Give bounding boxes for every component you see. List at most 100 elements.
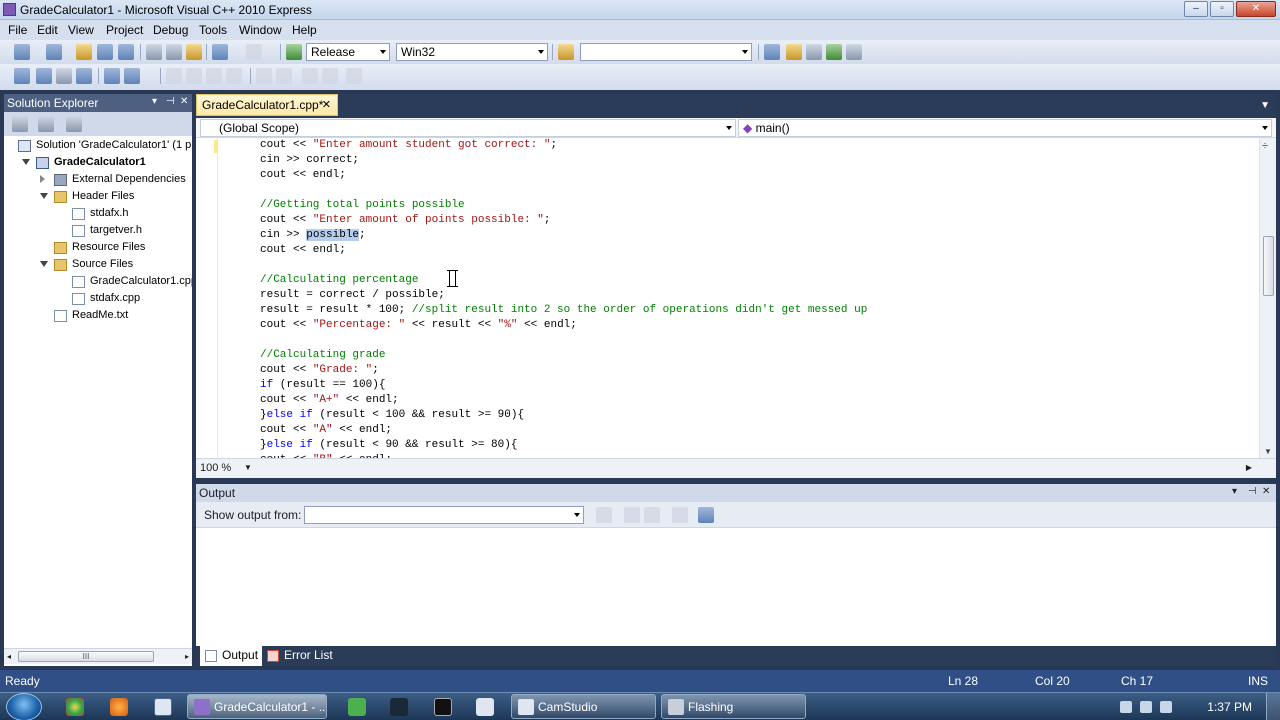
code-line[interactable]: }else if (result < 100 && result >= 90){ — [260, 408, 867, 423]
steam-icon[interactable] — [390, 698, 408, 716]
properties-icon[interactable] — [786, 44, 802, 60]
solution-platform-dropdown[interactable]: Win32 — [396, 43, 548, 61]
close-panel-icon[interactable]: ✕ — [1262, 486, 1270, 497]
editor-vscroll[interactable]: ÷ ▼ — [1259, 138, 1276, 458]
previous-bookmark-icon[interactable] — [226, 68, 242, 84]
pin-icon[interactable]: ⊣ — [166, 96, 175, 107]
code-line[interactable]: cout << "A+" << endl; — [260, 393, 867, 408]
start-button[interactable] — [6, 693, 42, 720]
scroll-right-icon[interactable]: ▶ — [1246, 463, 1252, 472]
code-line[interactable]: cin >> correct; — [260, 153, 867, 168]
window-app-icon[interactable] — [154, 698, 172, 716]
split-handle-icon[interactable]: ÷ — [1262, 140, 1268, 152]
code-line[interactable]: //Calculating grade — [260, 348, 867, 363]
add-item-icon[interactable] — [46, 44, 62, 60]
tree-item-solution[interactable]: Solution 'GradeCalculator1' (1 project) — [18, 138, 192, 155]
menu-help[interactable]: Help — [292, 23, 317, 37]
code-line[interactable]: cout << "Grade: "; — [260, 363, 867, 378]
decrease-indent-icon[interactable] — [104, 68, 120, 84]
tab-gradecalculator1-cpp[interactable]: GradeCalculator1.cpp* ✕ — [196, 94, 338, 116]
code-line[interactable]: }else if (result < 90 && result >= 80){ — [260, 438, 867, 453]
refresh-icon[interactable] — [38, 116, 54, 132]
parameter-info-icon[interactable] — [36, 68, 52, 84]
code-line[interactable]: //Getting total points possible — [260, 198, 867, 213]
view-class-diagram-icon[interactable] — [66, 116, 82, 132]
close-tab-icon[interactable]: ✕ — [322, 98, 331, 111]
find-message-icon[interactable] — [596, 507, 612, 523]
zoom-level[interactable]: 100 % — [200, 462, 231, 474]
clear-all-bookmarks-icon[interactable] — [346, 68, 362, 84]
scope-dropdown[interactable]: (Global Scope) — [200, 119, 736, 137]
scroll-right-icon[interactable]: ▸ — [185, 652, 189, 661]
save-all-icon[interactable] — [118, 44, 134, 60]
minimize-button[interactable]: – — [1184, 1, 1208, 17]
show-desktop-button[interactable] — [1266, 693, 1280, 720]
app-icon[interactable] — [476, 698, 494, 716]
uncomment-icon[interactable] — [186, 68, 202, 84]
menu-debug[interactable]: Debug — [153, 23, 188, 37]
menu-view[interactable]: View — [68, 23, 94, 37]
app-icon[interactable] — [348, 698, 366, 716]
tree-item-gradecalculator1-cpp[interactable]: GradeCalculator1.cpp — [72, 274, 192, 291]
solution-explorer-hscroll[interactable]: ◂ III ▸ — [4, 648, 192, 664]
copy-icon[interactable] — [166, 44, 182, 60]
redo-icon[interactable] — [246, 44, 262, 60]
code-line[interactable]: cout << endl; — [260, 243, 867, 258]
undo-icon[interactable] — [212, 44, 228, 60]
open-file-icon[interactable] — [76, 44, 92, 60]
toggle-bookmark-icon[interactable] — [206, 68, 222, 84]
menu-tools[interactable]: Tools — [199, 23, 227, 37]
vscroll-thumb[interactable] — [1263, 236, 1274, 296]
dropdown-icon[interactable]: ▾ — [152, 96, 157, 107]
code-line[interactable]: cout << "Enter amount student got correc… — [260, 138, 867, 153]
tray-icon[interactable] — [1120, 701, 1132, 713]
toolbox-icon[interactable] — [806, 44, 822, 60]
display-object-list-icon[interactable] — [14, 68, 30, 84]
code-line[interactable]: if (result == 100){ — [260, 378, 867, 393]
solution-explorer-icon[interactable] — [764, 44, 780, 60]
code-line[interactable] — [260, 183, 867, 198]
previous-message-icon[interactable] — [624, 507, 640, 523]
find-in-files-icon[interactable] — [558, 44, 574, 60]
firefox-icon[interactable] — [110, 698, 128, 716]
taskbar-camstudio[interactable]: CamStudio — [511, 694, 656, 719]
code-lines[interactable]: cout << "Enter amount student got correc… — [260, 138, 867, 458]
clear-bookmarks-icon[interactable] — [276, 68, 292, 84]
taskbar-flashing[interactable]: Flashing — [661, 694, 806, 719]
taskbar-gradecalculator1[interactable]: GradeCalculator1 - ... — [187, 694, 327, 719]
code-line[interactable] — [260, 258, 867, 273]
show-all-files-icon[interactable] — [12, 116, 28, 132]
tab-error-list[interactable]: Error List — [262, 646, 337, 666]
tab-dropdown-icon[interactable]: ▼ — [1260, 100, 1270, 111]
start-page-icon[interactable] — [846, 44, 862, 60]
paste-icon[interactable] — [186, 44, 202, 60]
menu-edit[interactable]: Edit — [37, 23, 58, 37]
code-line[interactable]: cin >> possible; — [260, 228, 867, 243]
code-line[interactable]: //Calculating percentage — [260, 273, 867, 288]
quick-info-icon[interactable] — [56, 68, 72, 84]
comment-out-icon[interactable] — [166, 68, 182, 84]
increase-indent-icon[interactable] — [124, 68, 140, 84]
clear-all-icon[interactable] — [672, 507, 688, 523]
code-line[interactable]: result = result * 100; //split result in… — [260, 303, 867, 318]
menu-project[interactable]: Project — [106, 23, 143, 37]
maximize-button[interactable]: ▫ — [1210, 1, 1234, 17]
menu-window[interactable]: Window — [239, 23, 282, 37]
word-completion-icon[interactable] — [76, 68, 92, 84]
command-prompt-icon[interactable] — [434, 698, 452, 716]
save-icon[interactable] — [97, 44, 113, 60]
function-dropdown[interactable]: ◆ main() — [738, 119, 1272, 137]
close-button[interactable]: ✕ — [1236, 1, 1276, 17]
dropdown-icon[interactable]: ▾ — [1232, 486, 1237, 497]
zoom-dropdown-icon[interactable]: ▼ — [244, 463, 252, 472]
class-view-icon[interactable] — [826, 44, 842, 60]
code-line[interactable]: cout << "Enter amount of points possible… — [260, 213, 867, 228]
next-bookmark-folder-icon[interactable] — [322, 68, 338, 84]
tab-output[interactable]: Output — [200, 646, 263, 666]
cut-icon[interactable] — [146, 44, 162, 60]
code-line[interactable]: cout << endl; — [260, 168, 867, 183]
new-project-icon[interactable] — [14, 44, 30, 60]
next-bookmark-icon[interactable] — [256, 68, 272, 84]
code-line[interactable] — [260, 333, 867, 348]
network-icon[interactable] — [1140, 701, 1152, 713]
